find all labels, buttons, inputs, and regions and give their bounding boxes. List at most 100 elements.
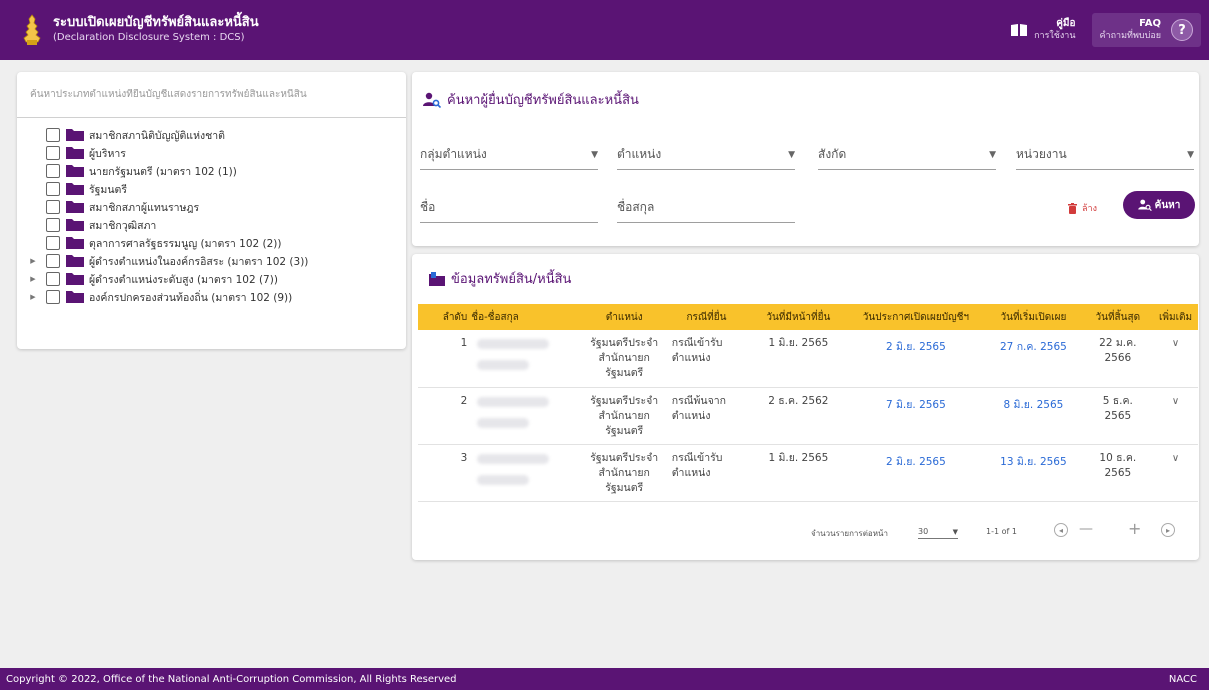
tree-item-checkbox[interactable] (46, 128, 60, 142)
tree-item-checkbox[interactable] (46, 272, 60, 286)
tree-item-checkbox[interactable] (46, 146, 60, 160)
search-button[interactable]: ค้นหา (1123, 191, 1195, 219)
agency-label: หน่วยงาน (1016, 147, 1067, 161)
folder-icon (66, 219, 84, 231)
table-row[interactable]: 3 รัฐมนตรีประจำสำนักนายกรัฐมนตรี กรณีเข้าร… (418, 444, 1198, 502)
row-announce-date[interactable]: 2 มิ.ย. 2565 (847, 444, 985, 502)
tree-item[interactable]: ▶ ผู้ดำรงตำแหน่งระดับสูง (มาตรา 102 (7)) (17, 270, 406, 288)
tree-item-checkbox[interactable] (46, 164, 60, 178)
chevron-right-icon[interactable]: ▶ (25, 275, 41, 283)
table-row[interactable]: 2 รัฐมนตรีประจำสำนักนายกรัฐมนตรี กรณีพ้นจา… (418, 387, 1198, 445)
manual-button[interactable]: คู่มือ การใช้งาน (1004, 13, 1081, 47)
user-search-icon (423, 92, 441, 108)
expand-row-icon[interactable]: ∨ (1153, 387, 1198, 445)
first-page-icon[interactable]: ◂ (1054, 523, 1068, 537)
first-name-input[interactable]: ชื่อ (420, 193, 598, 223)
tree-item-label: ผู้ดำรงตำแหน่งในองค์กรอิสระ (มาตรา 102 (… (89, 255, 309, 268)
last-name-input[interactable]: ชื่อสกุล (617, 193, 795, 223)
plus-icon[interactable]: + (1128, 519, 1141, 538)
clear-label: ล้าง (1082, 204, 1097, 214)
table-header-row: ลำดับ ชื่อ-ชื่อสกุล ตำแหน่ง กรณีที่ยื่น วันท… (418, 304, 1198, 330)
chevron-down-icon: ▼ (989, 149, 996, 160)
expand-row-icon[interactable]: ∨ (1153, 330, 1198, 388)
trash-icon (1068, 202, 1077, 214)
app-footer: Copyright © 2022, Office of the National… (0, 668, 1209, 690)
tree-item[interactable]: สมาชิกวุฒิสภา (17, 216, 406, 234)
table-row[interactable]: 1 รัฐมนตรีประจำสำนักนายกรัฐมนตรี กรณีเข้าร… (418, 330, 1198, 388)
position-type-tree: สมาชิกสภานิติบัญญัติแห่งชาติผู้บริหารนาย… (17, 118, 406, 306)
folder-icon (66, 165, 84, 177)
footer-brand: NACC (1168, 673, 1197, 685)
results-table: ลำดับ ชื่อ-ชื่อสกุล ตำแหน่ง กรณีที่ยื่น วันท… (418, 304, 1198, 502)
row-due-date: 1 มิ.ย. 2565 (749, 330, 848, 388)
chevron-right-icon[interactable]: ▶ (25, 293, 41, 301)
position-group-select[interactable]: กลุ่มตำแหน่ง ▼ (420, 140, 598, 170)
expand-row-icon[interactable]: ∨ (1153, 444, 1198, 502)
last-name-label: ชื่อสกุล (617, 200, 655, 214)
tree-item[interactable]: สมาชิกสภานิติบัญญัติแห่งชาติ (17, 126, 406, 144)
folder-icon (66, 201, 84, 213)
help-icon[interactable]: ? (1171, 19, 1193, 41)
page-range: 1-1 of 1 (986, 527, 1017, 536)
folder-icon (66, 273, 84, 285)
position-label: ตำแหน่ง (617, 147, 662, 161)
tree-item-label: สมาชิกสภาผู้แทนราษฎร (89, 201, 200, 214)
chevron-down-icon: ▼ (788, 149, 795, 160)
row-start-date[interactable]: 13 มิ.ย. 2565 (984, 444, 1083, 502)
tree-item[interactable]: ▶ ผู้ดำรงตำแหน่งในองค์กรอิสระ (มาตรา 102 … (17, 252, 406, 270)
manual-sublabel: การใช้งาน (1034, 31, 1076, 41)
row-number: 2 (418, 387, 470, 445)
tree-item-checkbox[interactable] (46, 182, 60, 196)
rows-per-page-label: จำนวนรายการต่อหน้า (811, 529, 888, 538)
position-type-panel: สมาชิกสภานิติบัญญัติแห่งชาติผู้บริหารนาย… (17, 72, 406, 349)
chevron-down-icon: ▼ (591, 149, 598, 160)
row-end-date: 5 ธ.ค. 2565 (1082, 387, 1154, 445)
clear-button[interactable]: ล้าง (1068, 201, 1097, 215)
row-case: กรณีพ้นจากตำแหน่ง (663, 387, 750, 445)
tree-item[interactable]: ตุลาการศาลรัฐธรรมนูญ (มาตรา 102 (2)) (17, 234, 406, 252)
tree-item-label: นายกรัฐมนตรี (มาตรา 102 (1)) (89, 165, 237, 178)
folder-icon (66, 255, 84, 267)
row-position: รัฐมนตรีประจำสำนักนายกรัฐมนตรี (584, 330, 664, 388)
chevron-right-icon[interactable]: ▶ (25, 257, 41, 265)
row-end-date: 10 ธ.ค. 2565 (1082, 444, 1154, 502)
tree-item[interactable]: รัฐมนตรี (17, 180, 406, 198)
table-header-cell: ลำดับ (442, 311, 468, 323)
row-announce-date[interactable]: 2 มิ.ย. 2565 (847, 330, 985, 388)
tree-item[interactable]: นายกรัฐมนตรี (มาตรา 102 (1)) (17, 162, 406, 180)
affiliation-select[interactable]: สังกัด ▼ (818, 140, 996, 170)
tree-item-checkbox[interactable] (46, 290, 60, 304)
position-select[interactable]: ตำแหน่ง ▼ (617, 140, 795, 170)
table-header-cell: วันที่มีหน้าที่ยื่น (766, 311, 831, 323)
table-header-cell: ตำแหน่ง (605, 311, 643, 323)
minus-icon[interactable]: — (1079, 521, 1093, 537)
tree-item-checkbox[interactable] (46, 254, 60, 268)
tree-item[interactable]: ผู้บริหาร (17, 144, 406, 162)
table-header-cell: วันที่สิ้นสุด (1095, 311, 1141, 323)
tree-item-checkbox[interactable] (46, 218, 60, 232)
search-panel: ค้นหาผู้ยื่นบัญชีทรัพย์สินและหนี้สิน กลุ… (412, 72, 1199, 246)
chevron-down-icon: ▼ (1187, 149, 1194, 160)
folder-icon (66, 147, 84, 159)
table-header-cell: กรณีที่ยื่น (686, 311, 727, 323)
agency-select[interactable]: หน่วยงาน ▼ (1016, 140, 1194, 170)
faq-button[interactable]: FAQ คำถามที่พบบ่อย ? (1091, 13, 1201, 47)
row-case: กรณีเข้ารับตำแหน่ง (663, 444, 750, 502)
tree-item-checkbox[interactable] (46, 236, 60, 250)
tree-item-label: ตุลาการศาลรัฐธรรมนูญ (มาตรา 102 (2)) (89, 237, 282, 250)
app-header: ระบบเปิดเผยบัญชีทรัพย์สินและหนี้สิน (Dec… (0, 0, 1209, 60)
rows-per-page-select[interactable]: 30 ▼ (918, 523, 958, 539)
position-type-search-input[interactable] (30, 89, 393, 100)
last-page-icon[interactable]: ▸ (1161, 523, 1175, 537)
row-start-date[interactable]: 27 ก.ค. 2565 (984, 330, 1083, 388)
table-header-cell: วันประกาศเปิดเผยบัญชีฯ (862, 311, 969, 323)
folder-icon (429, 271, 445, 286)
tree-item[interactable]: สมาชิกสภาผู้แทนราษฎร (17, 198, 406, 216)
tree-item-checkbox[interactable] (46, 200, 60, 214)
tree-item-label: สมาชิกสภานิติบัญญัติแห่งชาติ (89, 129, 225, 142)
row-announce-date[interactable]: 7 มิ.ย. 2565 (847, 387, 985, 445)
row-name-redacted (469, 387, 585, 445)
row-start-date[interactable]: 8 มิ.ย. 2565 (984, 387, 1083, 445)
tree-item[interactable]: ▶ องค์กรปกครองส่วนท้องถิ่น (มาตรา 102 (9)… (17, 288, 406, 306)
manual-label: คู่มือ (1056, 18, 1076, 29)
